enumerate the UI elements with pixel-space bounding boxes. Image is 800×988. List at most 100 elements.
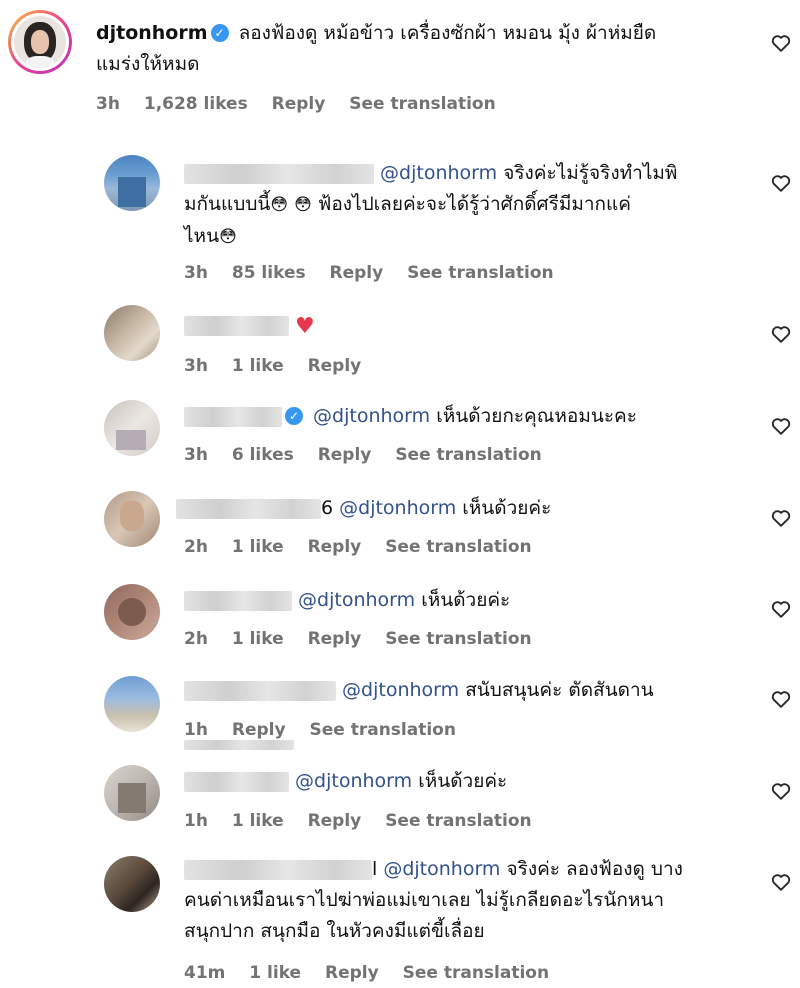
timestamp: 2h [184, 537, 208, 557]
timestamp: 2h [184, 629, 208, 649]
see-translation-button[interactable]: See translation [309, 720, 455, 740]
reply-button[interactable]: Reply [318, 445, 372, 465]
mention-link[interactable]: @djtonhorm [298, 589, 415, 611]
heart-outline-icon[interactable] [770, 323, 792, 345]
see-translation-button[interactable]: See translation [407, 263, 553, 283]
comment-meta: 41m 1 like Reply See translation [184, 963, 567, 983]
like-count[interactable]: 6 likes [232, 445, 294, 465]
reply-text: สนุกปาก สนุกมือ ในหัวคงมีแต่ขี้เลื่อย [184, 920, 485, 942]
comment-text: 6 @djtonhorm เห็นด้วยค่ะ [176, 493, 551, 524]
like-count[interactable]: 1 like [232, 811, 284, 831]
red-heart-emoji: ♥ [295, 314, 315, 339]
see-translation-button[interactable]: See translation [349, 94, 495, 114]
heart-outline-icon[interactable] [770, 507, 792, 529]
reply-text: จริงค่ะ ลองฟ้องดู บาง [500, 858, 683, 880]
reply-button[interactable]: Reply [308, 811, 362, 831]
avatar[interactable] [104, 305, 160, 361]
reply-text: ฟ้องไปเลยค่ะจะได้รู้ว่าศักดิ์ศรีมีมากแค่ [311, 193, 631, 215]
comment-meta: 3h 1,628 likes Reply See translation [96, 94, 514, 114]
mention-link[interactable]: @djtonhorm [383, 858, 500, 880]
reply-text: สนับสนุนค่ะ ตัดสันดาน [459, 679, 654, 701]
see-translation-button[interactable]: See translation [403, 963, 549, 983]
heart-outline-icon[interactable] [770, 688, 792, 710]
reply-button[interactable]: Reply [308, 629, 362, 649]
reply-button[interactable]: Reply [308, 356, 362, 376]
comment-text: ♥ [184, 310, 315, 342]
see-translation-button[interactable]: See translation [385, 811, 531, 831]
avatar[interactable] [104, 765, 160, 821]
timestamp: 1h [184, 811, 208, 831]
comment-meta: 1h 1 like Reply See translation [184, 811, 550, 831]
comment-text: @djtonhorm จริงค่ะไม่รู้จริงทำไมพิ มกันแ… [184, 158, 744, 253]
avatar[interactable] [104, 400, 160, 456]
timestamp: 41m [184, 963, 226, 983]
reply-text: คนด่าเหมือนเราไปฆ่าพ่อแม่เขาเลย ไม่รู้เก… [184, 889, 665, 911]
mention-link[interactable]: @djtonhorm [380, 162, 497, 184]
reply-text: จริงค่ะไม่รู้จริงทำไมพิ [497, 162, 678, 184]
comment-meta: 3h 6 likes Reply See translation [184, 445, 560, 465]
reply-text: มกันแบบนี้ [184, 193, 271, 215]
timestamp: 1h [184, 720, 208, 740]
avatar[interactable] [8, 10, 72, 74]
see-translation-button[interactable]: See translation [385, 537, 531, 557]
comment-meta: 2h 1 like Reply See translation [184, 537, 550, 557]
like-count[interactable]: 1 like [232, 629, 284, 649]
username[interactable]: djtonhorm [96, 22, 208, 44]
reply-button[interactable]: Reply [330, 263, 384, 283]
comment-text: @djtonhorm สนับสนุนค่ะ ตัดสันดาน [184, 675, 654, 706]
timestamp: 3h [96, 94, 120, 114]
verified-badge-icon: ✓ [210, 24, 229, 42]
avatar[interactable] [104, 155, 160, 211]
reply-button[interactable]: Reply [232, 720, 286, 740]
blurred-username [176, 498, 321, 519]
heart-outline-icon[interactable] [770, 32, 792, 54]
like-count[interactable]: 1 like [232, 537, 284, 557]
mention-link[interactable]: @djtonhorm [342, 679, 459, 701]
flushed-face-emoji: 😳 [270, 195, 289, 215]
mention-link[interactable]: @djtonhorm [295, 770, 412, 792]
comment-meta: 3h 85 likes Reply See translation [184, 263, 572, 283]
reply-text: เห็นด้วยค่ะ [415, 589, 511, 611]
reply-button[interactable]: Reply [325, 963, 379, 983]
reply-text: เห็นด้วยกะคุณหอมนะคะ [430, 405, 637, 427]
see-translation-button[interactable]: See translation [395, 445, 541, 465]
blurred-username [184, 406, 282, 427]
blurred-username [184, 315, 289, 336]
heart-outline-icon[interactable] [770, 415, 792, 437]
like-count[interactable]: 1,628 likes [144, 94, 248, 114]
avatar[interactable] [104, 856, 160, 912]
see-translation-button[interactable]: See translation [385, 629, 531, 649]
flushed-face-emoji: 😳 [294, 195, 312, 215]
mention-link[interactable]: @djtonhorm [313, 405, 430, 427]
heart-outline-icon[interactable] [770, 172, 792, 194]
caption-line-1: ลองฟ้องดู หม้อข้าว เครื่องซักผ้า หมอน มุ… [238, 22, 657, 44]
comment-meta: 2h 1 like Reply See translation [184, 629, 550, 649]
comment-meta: 1h Reply See translation [184, 720, 474, 740]
blurred-username [184, 590, 292, 611]
reply-text: เห็นด้วยค่ะ [456, 497, 552, 519]
comment-text: @djtonhorm เห็นด้วยค่ะ [184, 766, 507, 797]
timestamp: 3h [184, 445, 208, 465]
like-count[interactable]: 1 like [249, 963, 301, 983]
mention-link[interactable]: @djtonhorm [339, 497, 456, 519]
blurred-username [184, 680, 336, 701]
avatar[interactable] [104, 676, 160, 732]
like-count[interactable]: 1 like [232, 356, 284, 376]
blurred-username [184, 163, 374, 184]
avatar[interactable] [104, 584, 160, 640]
comment-text: @djtonhorm เห็นด้วยค่ะ [184, 585, 510, 616]
reply-text: เห็นด้วยค่ะ [412, 770, 508, 792]
caption-line-2: แมร่งให้หมด [96, 53, 200, 75]
flushed-face-emoji: 😳 [219, 227, 237, 247]
comment-text: ✓ @djtonhorm เห็นด้วยกะคุณหอมนะคะ [184, 401, 637, 432]
heart-outline-icon[interactable] [770, 598, 792, 620]
reply-button[interactable]: Reply [308, 537, 362, 557]
reply-button[interactable]: Reply [272, 94, 326, 114]
like-count[interactable]: 85 likes [232, 263, 306, 283]
heart-outline-icon[interactable] [770, 871, 792, 893]
username-fragment: l [372, 858, 378, 880]
avatar[interactable] [104, 491, 160, 547]
username-fragment: 6 [321, 497, 334, 519]
timestamp: 3h [184, 356, 208, 376]
heart-outline-icon[interactable] [770, 780, 792, 802]
